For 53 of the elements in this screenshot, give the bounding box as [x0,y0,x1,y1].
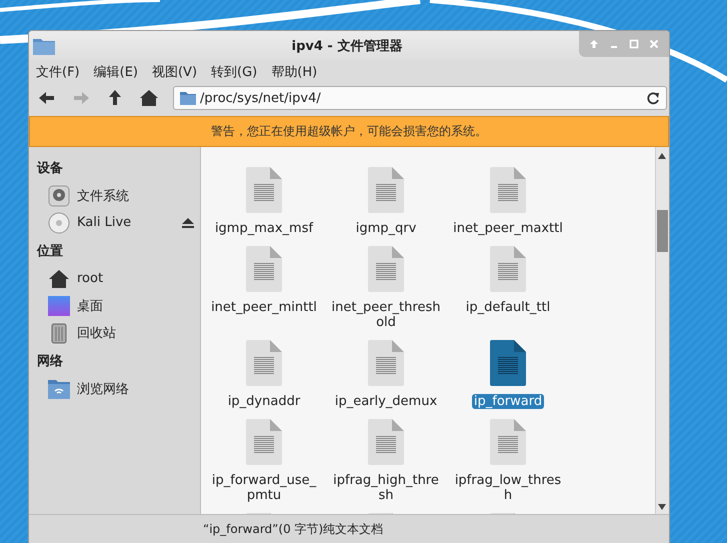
sidebar-section-title: 网络 [36,352,64,370]
warning-banner: 警告，您正在使用超级帐户，可能会损害您的系统。 [29,116,669,147]
home-icon [140,90,158,106]
sidebar-item[interactable]: 文件系统 [29,182,200,209]
left-arrow-icon [39,91,55,105]
maximize-icon [629,39,639,49]
home-icon [48,268,70,288]
folder-icon [33,36,55,54]
menu-item[interactable]: 帮助(H) [271,63,318,81]
file-name[interactable]: inet_peer_minttl [209,300,319,315]
file-name[interactable]: ip_dynaddr [226,394,302,409]
right-arrow-icon [73,91,89,105]
status-text: “ip_forward”(0 字节)纯文本文档 [29,514,669,543]
sidebar-section-title: 设备 [36,160,64,178]
window-title: ipv4 - 文件管理器 [292,38,402,54]
scrollbar-track[interactable] [655,147,669,514]
desktop-icon [48,296,70,316]
folder-icon [180,91,196,105]
sidebar-item[interactable]: root [29,265,200,292]
file-name[interactable]: inet_peer_threshold [328,300,444,330]
menu-item[interactable]: 文件(F) [36,63,80,81]
scrollbar-thumb[interactable] [657,210,668,252]
file-name[interactable]: inet_peer_maxttl [451,221,565,236]
sidebar-section-title: 位置 [36,242,64,260]
sidebar-item[interactable]: 浏览网络 [29,375,200,402]
eject-icon[interactable] [182,218,194,228]
hard-drive-icon [48,184,70,206]
file-name[interactable]: ip_default_ttl [464,300,552,315]
file-name[interactable]: igmp_qrv [354,221,418,236]
scroll-up-icon[interactable] [658,153,666,159]
scroll-down-icon[interactable] [658,504,666,510]
sidebar-item[interactable]: 回收站 [29,319,200,346]
close-icon [649,39,659,49]
file-name[interactable]: ip_forward [472,394,544,409]
up-arrow-icon [108,90,122,106]
sidebar-item[interactable]: 桌面 [29,292,200,319]
location-field[interactable]: /proc/sys/net/ipv4/ [200,90,642,106]
disc-icon [48,212,70,234]
file-name[interactable]: igmp_max_msf [212,221,316,236]
menu-item[interactable]: 视图(V) [152,63,198,81]
file-name[interactable]: ipfrag_low_thresh [450,473,566,503]
network-folder-icon [48,378,70,398]
up-arrow-icon [589,39,599,49]
file-name[interactable]: ip_forward_use_pmtu [206,473,322,503]
sidebar-item[interactable]: Kali Live [29,209,200,236]
reload-icon[interactable] [646,91,660,105]
minimize-icon [611,46,617,48]
file-icon[interactable] [490,340,526,386]
menu-item[interactable]: 编辑(E) [94,63,138,81]
address-bar[interactable]: /proc/sys/net/ipv4/ [173,86,667,110]
file-name[interactable]: ip_early_demux [332,394,440,409]
menu-item[interactable]: 转到(G) [211,63,258,81]
file-name[interactable]: ipfrag_high_thresh [328,473,444,503]
